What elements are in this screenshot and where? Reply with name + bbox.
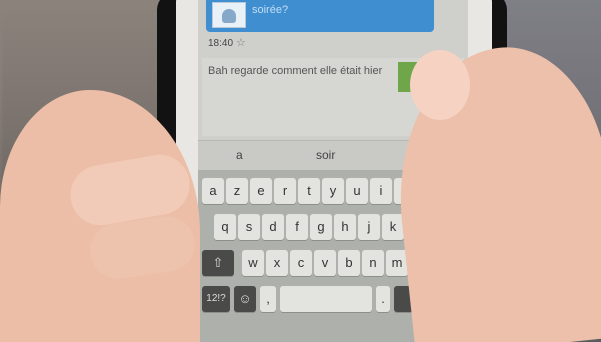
- key[interactable]: e: [250, 178, 272, 204]
- key[interactable]: t: [298, 178, 320, 204]
- key[interactable]: b: [338, 250, 360, 276]
- emoji-icon[interactable]: ☺: [234, 286, 256, 312]
- star-icon[interactable]: ☆: [236, 36, 246, 49]
- comma-key[interactable]: ,: [260, 286, 276, 312]
- photo-stage: soirée? 18:40 ☆ Bah regarde comment elle…: [0, 0, 601, 342]
- key[interactable]: n: [362, 250, 384, 276]
- draft-text: Bah regarde comment elle était hier: [208, 65, 383, 77]
- key[interactable]: c: [290, 250, 312, 276]
- key[interactable]: j: [358, 214, 380, 240]
- avatar-icon: [222, 9, 236, 23]
- mode-key[interactable]: 12!?: [202, 286, 230, 312]
- period-key[interactable]: .: [376, 286, 390, 312]
- key[interactable]: i: [370, 178, 392, 204]
- key[interactable]: v: [314, 250, 336, 276]
- key[interactable]: a: [202, 178, 224, 204]
- key[interactable]: s: [238, 214, 260, 240]
- message-text: soirée?: [252, 4, 289, 16]
- key[interactable]: r: [274, 178, 296, 204]
- suggestion-item[interactable]: a: [236, 148, 243, 162]
- key[interactable]: h: [334, 214, 356, 240]
- key[interactable]: y: [322, 178, 344, 204]
- key[interactable]: g: [310, 214, 332, 240]
- message-bubble: soirée?: [206, 0, 434, 32]
- avatar: [212, 2, 246, 28]
- key[interactable]: z: [226, 178, 248, 204]
- space-key[interactable]: [280, 286, 372, 312]
- right-thumb-tip: [410, 50, 470, 120]
- key[interactable]: x: [266, 250, 288, 276]
- shift-icon[interactable]: ⇧: [202, 250, 234, 276]
- key[interactable]: u: [346, 178, 368, 204]
- key[interactable]: d: [262, 214, 284, 240]
- message-time: 18:40: [208, 38, 234, 49]
- key[interactable]: w: [242, 250, 264, 276]
- key[interactable]: f: [286, 214, 308, 240]
- key[interactable]: q: [214, 214, 236, 240]
- suggestion-item[interactable]: soir: [316, 148, 335, 162]
